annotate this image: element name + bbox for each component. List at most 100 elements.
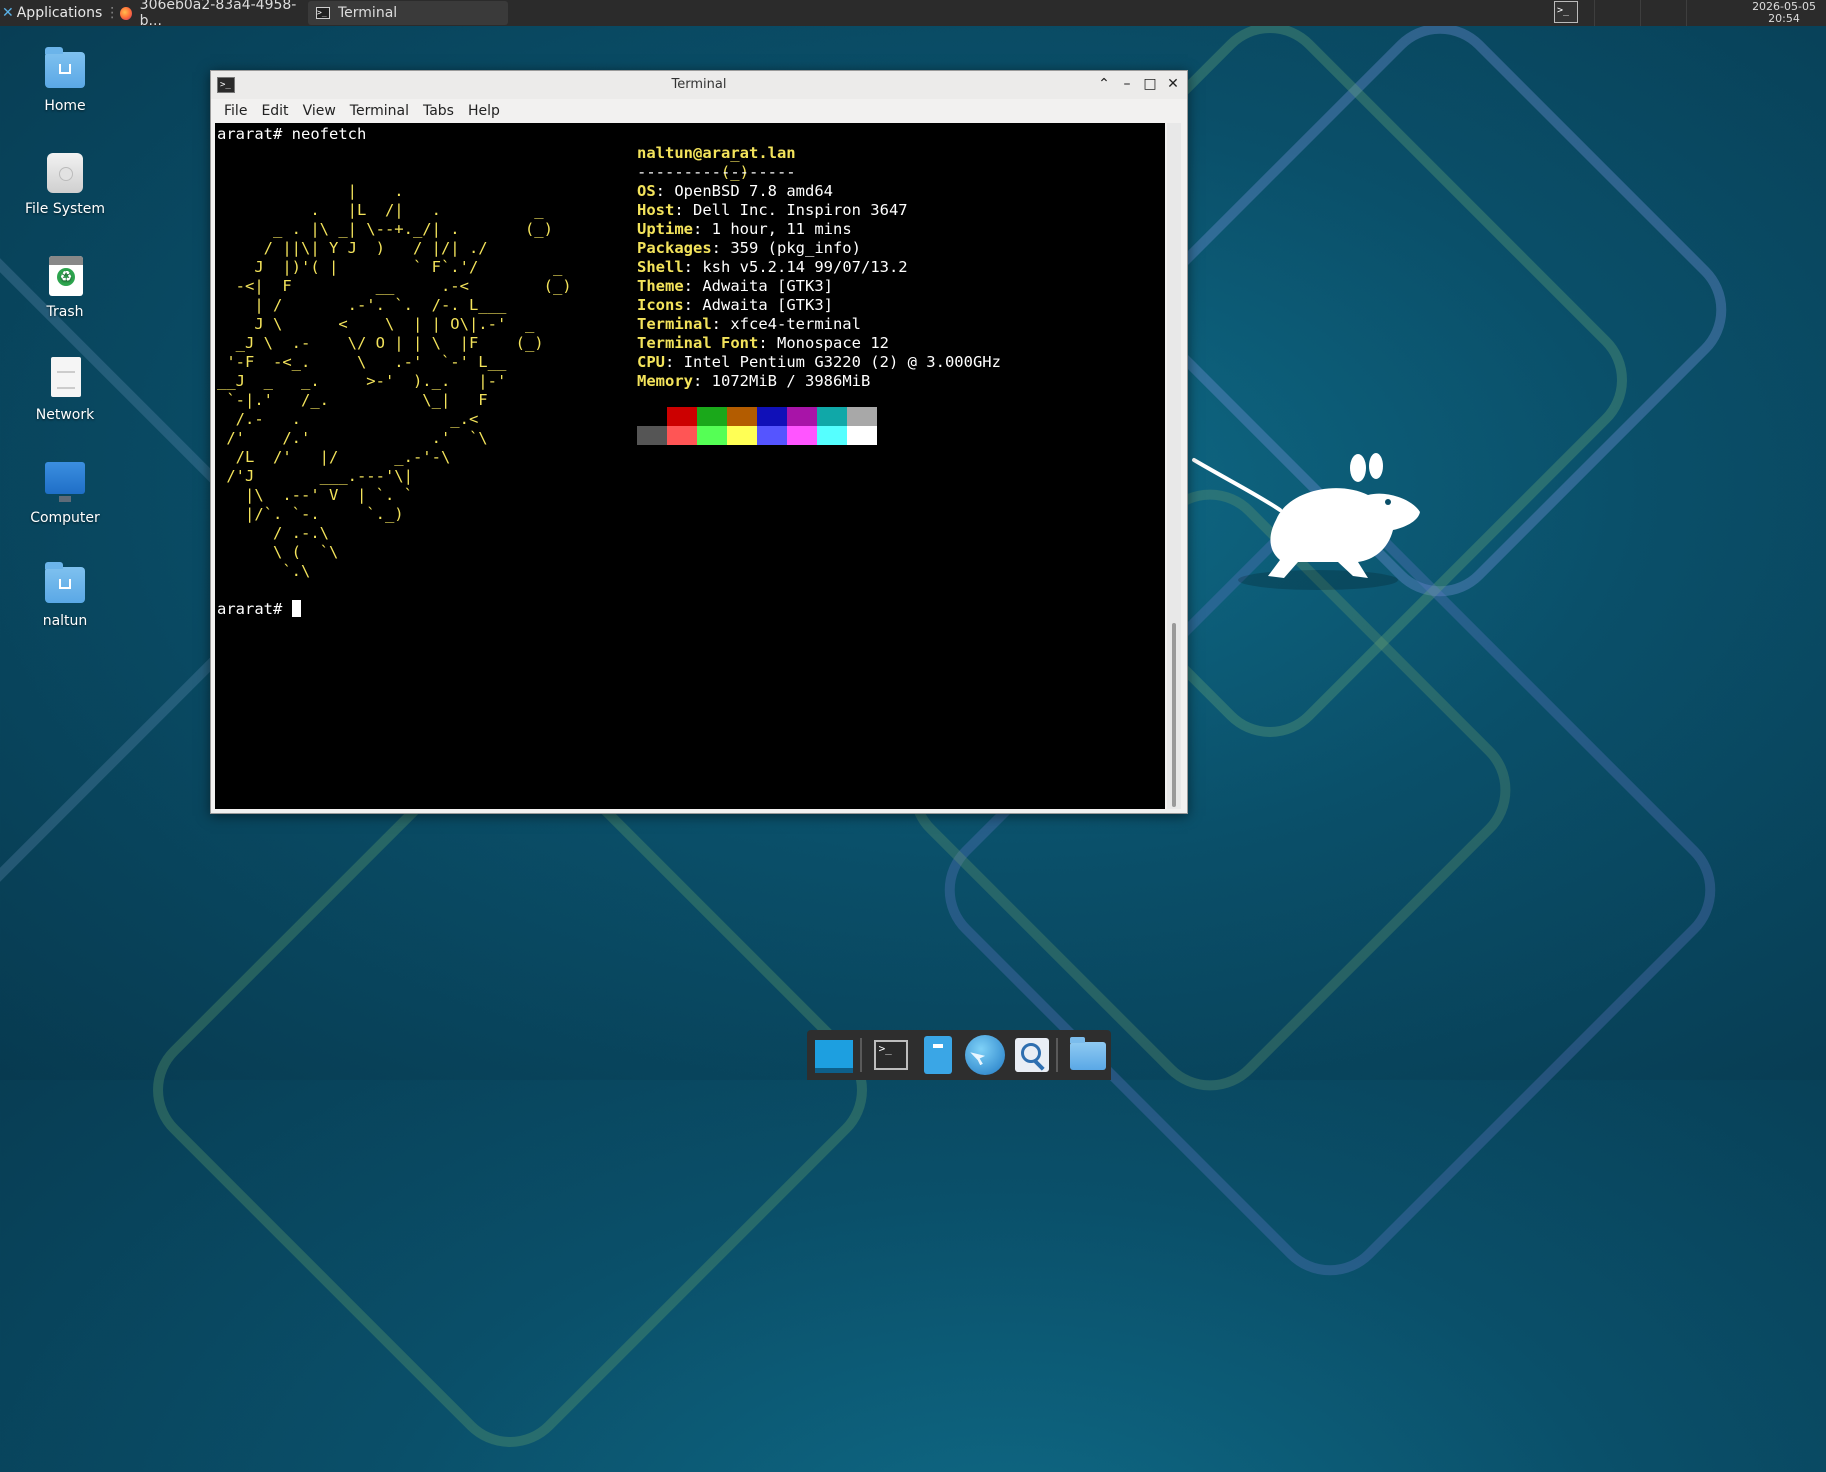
system-info: naltun@ararat.lan ----------------- OS: … bbox=[637, 144, 1001, 390]
ascii-line: /' /.' .' `\ bbox=[217, 429, 488, 447]
desktop-icon-naltun[interactable]: naltun bbox=[15, 561, 115, 629]
home-folder-icon bbox=[43, 561, 87, 607]
info-value: 1 hour, 11 mins bbox=[711, 220, 852, 238]
ascii-line: /'J ___.---'\| bbox=[217, 467, 413, 485]
desktop-icon-file-system[interactable]: File System bbox=[15, 149, 115, 217]
user-host: naltun@ararat.lan bbox=[637, 144, 796, 162]
terminal-output[interactable]: ararat# neofetch _ (_) | . . |L /| . _ _ bbox=[215, 123, 1165, 809]
top-panel: ✕ Applications ⋮ 306eb0a2-83a4-4958-b...… bbox=[0, 0, 1826, 29]
palette-swatch bbox=[667, 426, 697, 445]
task-label: 306eb0a2-83a4-4958-b... bbox=[139, 0, 297, 29]
computer-icon bbox=[43, 458, 87, 504]
info-key: Shell bbox=[637, 258, 684, 276]
panel-separator bbox=[1594, 0, 1595, 26]
menu-edit[interactable]: Edit bbox=[254, 99, 295, 123]
window-titlebar[interactable]: >_ Terminal ⌃ – □ ✕ bbox=[211, 71, 1187, 99]
info-key: Icons bbox=[637, 296, 684, 314]
info-value: Dell Inc. Inspiron 3647 bbox=[693, 201, 908, 219]
menu-help[interactable]: Help bbox=[461, 99, 507, 123]
terminal-launcher-icon[interactable]: >_ bbox=[1554, 1, 1578, 23]
ascii-line: |/`. `-. `._) bbox=[217, 505, 404, 523]
maximize-button[interactable]: □ bbox=[1141, 75, 1159, 93]
taskbar-item-terminal[interactable]: >_ Terminal bbox=[308, 1, 508, 25]
panel-separator bbox=[1686, 0, 1687, 26]
palette-swatch bbox=[757, 426, 787, 445]
clock[interactable]: 2026-05-05 20:54 bbox=[1752, 1, 1816, 25]
info-key: OS bbox=[637, 182, 656, 200]
ascii-line: `.\ bbox=[217, 562, 311, 580]
palette-swatch bbox=[847, 426, 877, 445]
xfce-mouse-logo bbox=[1192, 453, 1420, 590]
applications-menu[interactable]: ✕ Applications ⋮ bbox=[2, 0, 119, 26]
info-key: CPU bbox=[637, 353, 665, 371]
web-browser-icon bbox=[965, 1035, 1005, 1075]
info-value: Monospace 12 bbox=[777, 334, 889, 352]
dock-file-manager[interactable] bbox=[916, 1034, 955, 1076]
app-finder-icon bbox=[1014, 1038, 1049, 1072]
minimize-button[interactable]: – bbox=[1118, 75, 1136, 93]
network-icon bbox=[43, 355, 87, 401]
menu-view[interactable]: View bbox=[296, 99, 343, 123]
info-key: Memory bbox=[637, 372, 693, 390]
ascii-line: / .-.\ bbox=[217, 524, 329, 542]
palette-swatch bbox=[787, 407, 817, 426]
info-value: Adwaita [GTK3] bbox=[702, 296, 833, 314]
desktop-icon-label: Computer bbox=[30, 510, 100, 526]
desktop-icon-label: Trash bbox=[46, 304, 84, 320]
command-line: ararat# neofetch bbox=[217, 125, 367, 143]
ascii-line: _ . |\ _| \--+._/| . (_) bbox=[217, 220, 553, 238]
info-separator: ----------------- bbox=[637, 163, 796, 181]
dock-terminal[interactable]: >_ bbox=[870, 1034, 909, 1076]
shell-prompt[interactable]: ararat# bbox=[217, 600, 301, 619]
palette-swatch bbox=[847, 407, 877, 426]
taskbar-item-browser[interactable]: 306eb0a2-83a4-4958-b... bbox=[112, 0, 308, 29]
xfce-logo-icon: ✕ bbox=[2, 5, 14, 21]
info-value: Adwaita [GTK3] bbox=[702, 277, 833, 295]
palette-swatch bbox=[727, 426, 757, 445]
palette-swatch bbox=[757, 407, 787, 426]
ascii-line: `-|.' /_. \_| F bbox=[217, 391, 488, 409]
terminal-icon: >_ bbox=[316, 7, 330, 19]
ascii-line: /L /' |/ _.-'-\ bbox=[217, 448, 451, 466]
folder-icon bbox=[1070, 1037, 1107, 1070]
menu-tabs[interactable]: Tabs bbox=[416, 99, 461, 123]
prompt-text: ararat# bbox=[217, 600, 292, 618]
desktop-icon-network[interactable]: Network bbox=[15, 355, 115, 423]
ascii-line: / ||\| Y J ) / |/| ./ bbox=[217, 239, 488, 257]
drive-icon bbox=[43, 149, 87, 195]
desktop-icon-home[interactable]: Home bbox=[15, 46, 115, 114]
shade-button[interactable]: ⌃ bbox=[1095, 75, 1113, 93]
terminal-scrollbar[interactable] bbox=[1167, 123, 1181, 809]
scrollbar-thumb[interactable] bbox=[1172, 623, 1176, 807]
info-value: xfce4-terminal bbox=[730, 315, 861, 333]
desktop-icon-label: Home bbox=[44, 98, 86, 114]
ascii-line: __J _ _. >-' )._. |-' bbox=[217, 372, 507, 390]
dock-app-finder[interactable] bbox=[1010, 1034, 1049, 1076]
desktop-icon-computer[interactable]: Computer bbox=[15, 458, 115, 526]
palette-swatch bbox=[667, 407, 697, 426]
ascii-line: '-F -<_. \ .-' `-' L__ bbox=[217, 353, 507, 371]
menu-bar: File Edit View Terminal Tabs Help bbox=[211, 99, 1187, 123]
menu-file[interactable]: File bbox=[217, 99, 254, 123]
home-folder-icon bbox=[43, 46, 87, 92]
menu-terminal[interactable]: Terminal bbox=[343, 99, 416, 123]
close-button[interactable]: ✕ bbox=[1164, 75, 1182, 93]
clock-time: 20:54 bbox=[1768, 12, 1800, 25]
info-key: Host bbox=[637, 201, 675, 219]
palette-swatch bbox=[697, 426, 727, 445]
ascii-line: J |)'( | ` F`.'/ _ bbox=[217, 258, 563, 276]
dock-folder[interactable] bbox=[1066, 1034, 1107, 1076]
dock-show-desktop[interactable] bbox=[813, 1034, 853, 1076]
info-value: ksh v5.2.14 99/07/13.2 bbox=[702, 258, 908, 276]
dock-separator bbox=[1056, 1038, 1059, 1072]
ascii-line: | / .-'. `. /-. L___ bbox=[217, 296, 507, 314]
desktop-icon-label: File System bbox=[24, 201, 106, 217]
desktop-icon-label: naltun bbox=[42, 613, 88, 629]
show-desktop-icon bbox=[815, 1040, 853, 1073]
info-value: 359 (pkg_info) bbox=[730, 239, 861, 257]
palette-swatch bbox=[787, 426, 817, 445]
text-cursor bbox=[291, 600, 301, 617]
dock-web-browser[interactable] bbox=[963, 1034, 1005, 1076]
file-manager-icon bbox=[924, 1036, 953, 1074]
desktop-icon-trash[interactable]: Trash bbox=[15, 252, 115, 320]
